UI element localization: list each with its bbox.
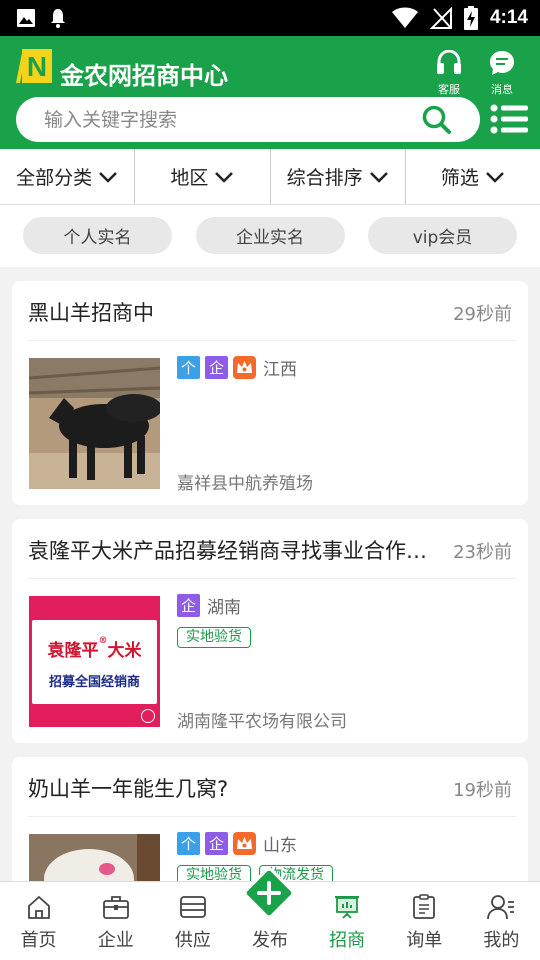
poster-brand: 袁隆平: [47, 641, 99, 661]
headset-icon: [437, 49, 461, 74]
filter-bar: 全部分类 地区 综合排序 筛选: [0, 149, 540, 205]
filter-screen[interactable]: 筛选: [406, 149, 540, 204]
company-badge: 企: [177, 594, 200, 617]
wifi-icon: [391, 7, 418, 28]
chip-company-verified[interactable]: 企业实名: [195, 217, 345, 254]
search-bar[interactable]: [16, 97, 480, 142]
search-icon[interactable]: [422, 105, 452, 135]
poster-slogan: 招募全国经销商: [48, 675, 140, 690]
presentation-icon: [335, 896, 360, 919]
chevron-down-icon: [215, 171, 234, 183]
listing-company: 湖南隆平农场有限公司: [177, 712, 347, 732]
chevron-down-icon: [369, 171, 388, 183]
listing-title: 袁隆平大米产品招募经销商寻找事业合作伙伴: [28, 539, 428, 563]
customer-service-button[interactable]: 客服: [429, 49, 469, 97]
filter-region[interactable]: 地区: [135, 149, 271, 204]
chevron-down-icon: [99, 171, 118, 183]
nav-enterprise[interactable]: 企业: [77, 882, 154, 960]
nav-mine[interactable]: 我的: [463, 882, 540, 960]
listing-time: 19秒前: [453, 780, 512, 801]
personal-badge: 个: [177, 356, 200, 379]
chevron-down-icon: [485, 171, 504, 183]
notification-bell-icon: [51, 9, 65, 28]
filter-label: 筛选: [440, 167, 479, 189]
listing-time: 29秒前: [453, 304, 512, 325]
tag-onsite-inspection: 实地验货: [177, 627, 251, 648]
home-icon: [27, 896, 50, 919]
filter-label: 综合排序: [286, 167, 363, 189]
nav-label: 招商: [329, 930, 366, 951]
vip-crown-icon: [233, 356, 256, 379]
goat-photo: [29, 358, 160, 489]
nav-inquiry[interactable]: 询单: [386, 882, 463, 960]
listing-region: 江西: [263, 360, 297, 380]
verification-chips: 个人实名 企业实名 vip会员: [0, 205, 540, 267]
chip-vip-member[interactable]: vip会员: [368, 217, 517, 254]
poster-trademark: ®: [98, 636, 108, 646]
listing-thumbnail: 袁隆平®大米 招募全国经销商: [29, 596, 160, 727]
nav-label: 首页: [20, 930, 57, 951]
clipboard-icon: [413, 894, 436, 919]
user-icon: [487, 895, 515, 920]
nav-investment[interactable]: 招商: [309, 882, 386, 960]
badge-row: 个 企 江西: [177, 355, 297, 380]
svg-text:N: N: [27, 51, 47, 82]
rice-poster: 袁隆平®大米 招募全国经销商: [32, 620, 157, 704]
nav-supply[interactable]: 供应: [154, 882, 231, 960]
listing-time: 23秒前: [453, 542, 512, 563]
header: N 金农网招商中心 客服 消息: [0, 36, 540, 149]
status-bar: 4:14: [0, 0, 540, 36]
image-icon: [17, 9, 35, 27]
nav-label: 供应: [174, 930, 211, 951]
list-menu-icon[interactable]: [490, 104, 528, 134]
personal-badge: 个: [177, 832, 200, 855]
no-signal-icon: [429, 7, 452, 29]
stamp-icon: [141, 709, 155, 723]
listing-title: 黑山羊招商中: [28, 301, 154, 325]
customer-service-label: 客服: [438, 83, 460, 96]
company-badge: 企: [205, 832, 228, 855]
supply-box-icon: [179, 896, 206, 918]
nav-label: 我的: [483, 930, 520, 951]
page-title: 金农网招商中心: [60, 62, 228, 90]
listing-company: 嘉祥县中航养殖场: [177, 474, 313, 494]
listing-title: 奶山羊一年能生几窝?: [28, 777, 229, 801]
badge-row: 企 湖南: [177, 593, 241, 618]
divider: [28, 578, 516, 579]
vip-crown-icon: [233, 832, 256, 855]
tag-row: 实地验货: [177, 627, 251, 648]
listing-region: 山东: [263, 836, 297, 856]
listing-card[interactable]: 黑山羊招商中 29秒前 个 企 江西 嘉祥县中航养殖场: [12, 281, 528, 505]
listing-region: 湖南: [207, 598, 241, 618]
company-badge: 企: [205, 356, 228, 379]
filter-category[interactable]: 全部分类: [0, 149, 136, 204]
messages-button[interactable]: 消息: [482, 50, 522, 97]
listing-card[interactable]: 袁隆平大米产品招募经销商寻找事业合作伙伴 23秒前 袁隆平®大米 招募全国经销商…: [12, 519, 528, 743]
filter-label: 地区: [170, 167, 209, 189]
battery-icon: [463, 6, 478, 30]
briefcase-icon: [102, 896, 129, 919]
divider: [28, 340, 516, 341]
poster-product: 大米: [107, 641, 142, 661]
app-logo: N: [16, 49, 52, 83]
nav-home[interactable]: 首页: [0, 882, 77, 960]
listing-thumbnail: [29, 358, 160, 489]
messages-label: 消息: [491, 83, 513, 96]
clock: 4:14: [489, 7, 528, 28]
filter-label: 全部分类: [16, 167, 93, 189]
nav-label: 发布: [251, 930, 288, 951]
filter-sort[interactable]: 综合排序: [271, 149, 406, 204]
chip-personal-verified[interactable]: 个人实名: [23, 217, 172, 254]
badge-row: 个 企 山东: [177, 831, 297, 856]
chat-bubble-icon: [490, 51, 514, 75]
divider: [28, 816, 516, 817]
search-input[interactable]: [44, 97, 424, 142]
nav-label: 询单: [406, 930, 443, 951]
nav-label: 企业: [97, 930, 134, 951]
publish-button[interactable]: [243, 867, 295, 919]
